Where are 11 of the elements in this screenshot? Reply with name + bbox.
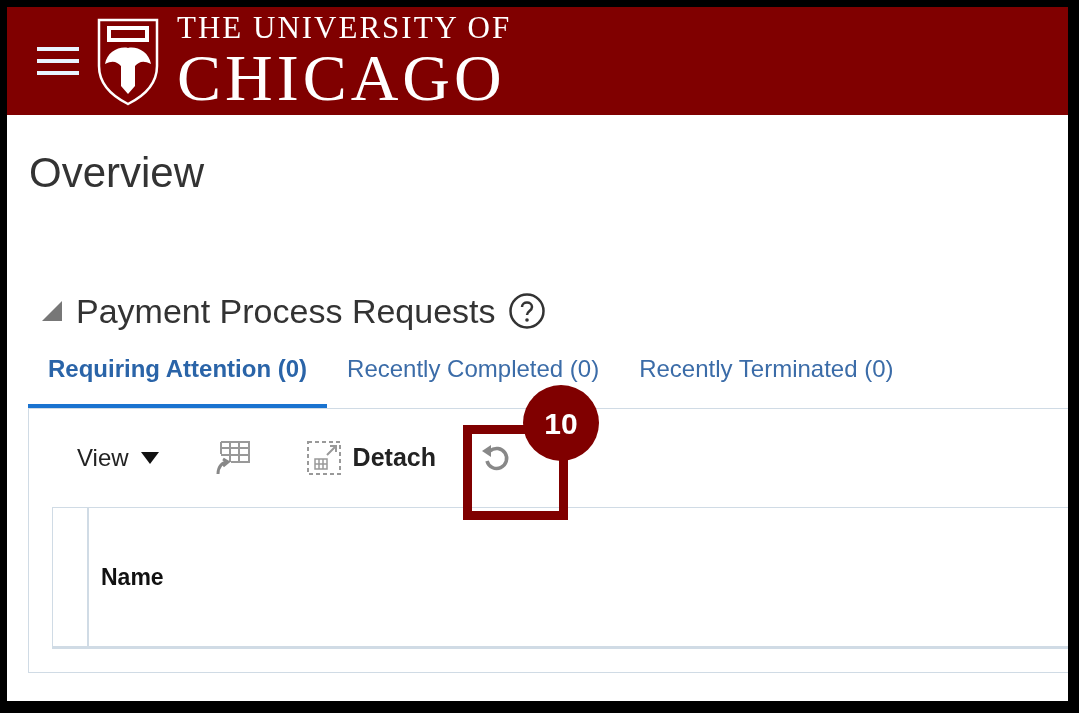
logo-text: THE UNIVERSITY OF (177, 11, 512, 43)
logo-text: CHICAGO (177, 44, 507, 111)
detach-button[interactable]: Detach (306, 439, 436, 477)
tab[interactable]: Recently Terminated (0) (639, 355, 894, 383)
callout-badge: 10 (523, 385, 599, 461)
view-menu-button[interactable]: View (77, 440, 159, 476)
column-header: Name (101, 562, 164, 592)
tab[interactable]: Requiring Attention (0) (48, 355, 308, 383)
tab[interactable]: Recently Completed (0) (347, 355, 600, 383)
page-title: Overview (29, 149, 205, 197)
section-title: Payment Process Requests (76, 291, 496, 331)
